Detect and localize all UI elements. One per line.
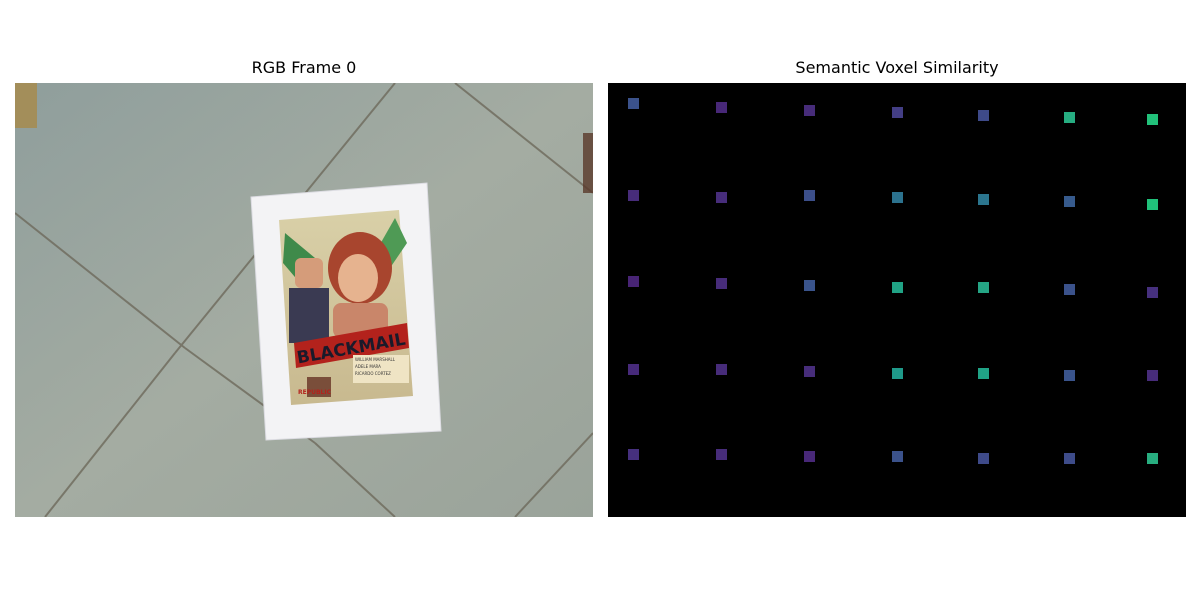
voxel-marker bbox=[804, 451, 815, 462]
voxel-marker bbox=[978, 282, 989, 293]
voxel-marker bbox=[628, 364, 639, 375]
voxel-marker bbox=[716, 192, 727, 203]
voxel-marker bbox=[628, 449, 639, 460]
voxel-marker bbox=[978, 110, 989, 121]
voxel-marker bbox=[628, 190, 639, 201]
voxel-marker bbox=[804, 105, 815, 116]
object-edge bbox=[583, 133, 593, 193]
rgb-frame-image: BLACKMAIL WILLIAM MARSHALL ADELE MARA RI… bbox=[15, 83, 593, 517]
poster-credit-2: ADELE MARA bbox=[355, 364, 381, 369]
voxel-similarity-title: Semantic Voxel Similarity bbox=[795, 58, 999, 77]
voxel-marker bbox=[1064, 370, 1075, 381]
voxel-marker bbox=[892, 451, 903, 462]
voxel-marker bbox=[628, 98, 639, 109]
voxel-marker bbox=[1064, 196, 1075, 207]
floor-photo: BLACKMAIL WILLIAM MARSHALL ADELE MARA RI… bbox=[15, 83, 593, 517]
voxel-marker bbox=[892, 368, 903, 379]
wood-corner bbox=[15, 83, 37, 128]
voxel-marker bbox=[1064, 112, 1075, 123]
voxel-marker bbox=[1147, 114, 1158, 125]
voxel-similarity-panel bbox=[608, 83, 1186, 517]
poster-credit-1: WILLIAM MARSHALL bbox=[355, 357, 396, 362]
voxel-marker bbox=[716, 278, 727, 289]
voxel-marker bbox=[804, 190, 815, 201]
voxel-marker bbox=[716, 102, 727, 113]
rgb-frame-title: RGB Frame 0 bbox=[251, 58, 357, 77]
poster-studio-text: REPUBLIC bbox=[298, 389, 332, 396]
voxel-marker bbox=[892, 107, 903, 118]
voxel-marker bbox=[892, 282, 903, 293]
voxel-marker bbox=[1064, 453, 1075, 464]
voxel-marker bbox=[1147, 199, 1158, 210]
voxel-marker bbox=[1147, 370, 1158, 381]
voxel-marker bbox=[1147, 453, 1158, 464]
voxel-marker bbox=[628, 276, 639, 287]
voxel-marker bbox=[716, 364, 727, 375]
voxel-marker bbox=[1147, 287, 1158, 298]
voxel-marker bbox=[978, 194, 989, 205]
voxel-marker bbox=[1064, 284, 1075, 295]
voxel-marker bbox=[804, 280, 815, 291]
poster: BLACKMAIL WILLIAM MARSHALL ADELE MARA RI… bbox=[279, 210, 413, 405]
voxel-marker bbox=[892, 192, 903, 203]
voxel-marker bbox=[978, 368, 989, 379]
voxel-marker bbox=[716, 449, 727, 460]
poster-credit-3: RICARDO CORTEZ bbox=[355, 371, 391, 376]
voxel-marker bbox=[804, 366, 815, 377]
voxel-marker bbox=[978, 453, 989, 464]
